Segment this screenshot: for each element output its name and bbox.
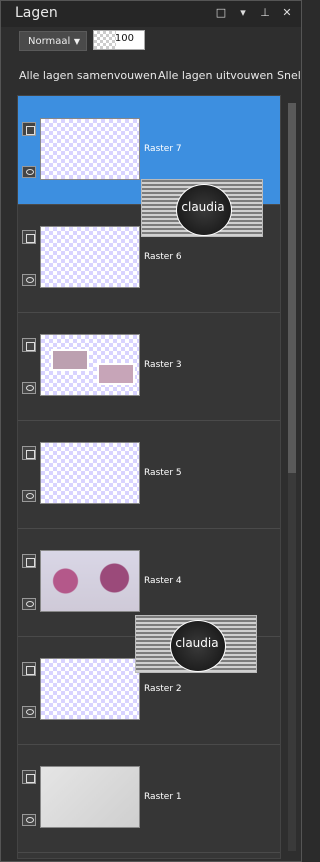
opacity-field[interactable]: 100 (93, 30, 145, 50)
transparency-preview (94, 31, 116, 49)
chevron-down-icon: ▼ (73, 37, 80, 46)
watermark-text: claudia (181, 200, 225, 214)
layer-name[interactable]: Raster 5 (144, 468, 182, 478)
blend-mode-value: Normaal (28, 36, 71, 47)
layer-type-icon[interactable] (22, 446, 36, 460)
layer-name[interactable]: Raster 4 (144, 576, 182, 586)
layer-thumbnail (40, 550, 140, 612)
layer-type-icon[interactable] (22, 230, 36, 244)
layer-row[interactable]: Raster 3 (18, 312, 280, 421)
layer-type-icon[interactable] (22, 662, 36, 676)
layer-type-icon[interactable] (22, 554, 36, 568)
blend-mode-select[interactable]: Normaal ▼ (19, 31, 87, 51)
layer-type-icon[interactable] (22, 338, 36, 352)
maximize-icon[interactable]: □ (215, 7, 227, 19)
expand-all-button[interactable]: Alle lagen uitvouwen (158, 69, 273, 82)
blend-row: Normaal ▼ 100 (1, 27, 301, 57)
layer-name[interactable]: Raster 6 (144, 252, 182, 262)
layers-panel: Lagen □ ▾ ⊥ ✕ Normaal ▼ 100 Alle lagen s… (0, 0, 302, 862)
panel-title: Lagen (15, 5, 58, 21)
panel-titlebar: Lagen □ ▾ ⊥ ✕ (1, 1, 301, 27)
eye-icon[interactable] (22, 274, 36, 286)
pin-icon[interactable]: ⊥ (259, 7, 271, 19)
quick-button[interactable]: Snel (277, 69, 301, 82)
scroll-thumb[interactable] (288, 103, 296, 473)
eye-icon[interactable] (22, 706, 36, 718)
watermark: claudia (135, 615, 257, 673)
action-bar: Alle lagen samenvouwen Alle lagen uitvou… (1, 63, 301, 89)
layer-name[interactable]: Raster 7 (144, 144, 182, 154)
watermark-text: claudia (175, 636, 219, 650)
layer-row[interactable]: Raster 1 (18, 744, 280, 853)
scrollbar[interactable] (285, 95, 299, 859)
layer-thumbnail (40, 334, 140, 396)
eye-icon[interactable] (22, 382, 36, 394)
layer-type-icon[interactable] (22, 122, 36, 136)
eye-icon[interactable] (22, 814, 36, 826)
layer-thumbnail (40, 118, 140, 180)
eye-icon[interactable] (22, 598, 36, 610)
dropdown-icon[interactable]: ▾ (237, 7, 249, 19)
layer-thumbnail (40, 442, 140, 504)
titlebar-icons: □ ▾ ⊥ ✕ (215, 7, 293, 19)
layer-name[interactable]: Raster 2 (144, 684, 182, 694)
layer-name[interactable]: Raster 3 (144, 360, 182, 370)
collapse-all-button[interactable]: Alle lagen samenvouwen (19, 69, 157, 82)
layer-thumbnail (40, 658, 140, 720)
eye-icon[interactable] (22, 490, 36, 502)
eye-icon[interactable] (22, 166, 36, 178)
layer-type-icon[interactable] (22, 770, 36, 784)
layer-thumbnail (40, 766, 140, 828)
layer-thumbnail (40, 226, 140, 288)
layer-name[interactable]: Raster 1 (144, 792, 182, 802)
watermark: claudia (141, 179, 263, 237)
layer-row[interactable]: Raster 5 (18, 420, 280, 529)
opacity-value: 100 (114, 33, 134, 44)
close-icon[interactable]: ✕ (281, 7, 293, 19)
